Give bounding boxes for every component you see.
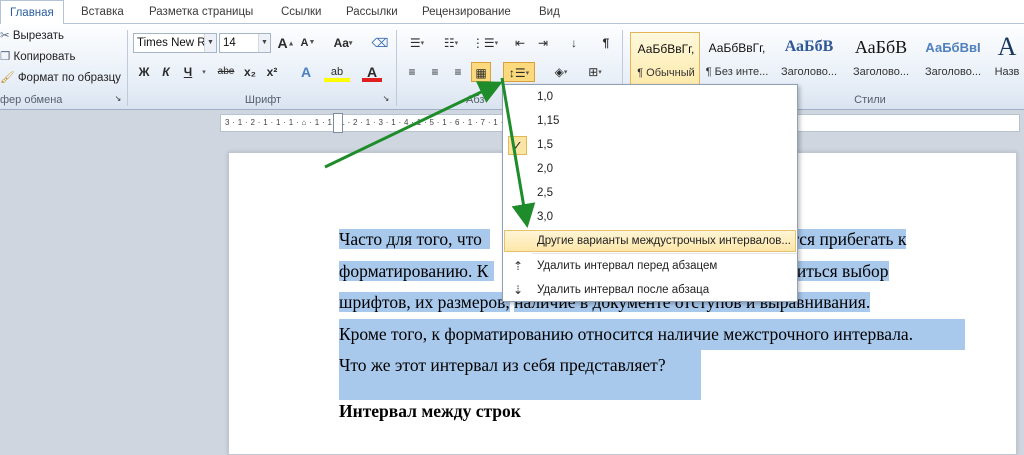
annotation-arrows bbox=[324, 77, 536, 228]
arrow-to-more-options bbox=[500, 77, 536, 228]
arrow-to-line-spacing bbox=[324, 81, 503, 169]
